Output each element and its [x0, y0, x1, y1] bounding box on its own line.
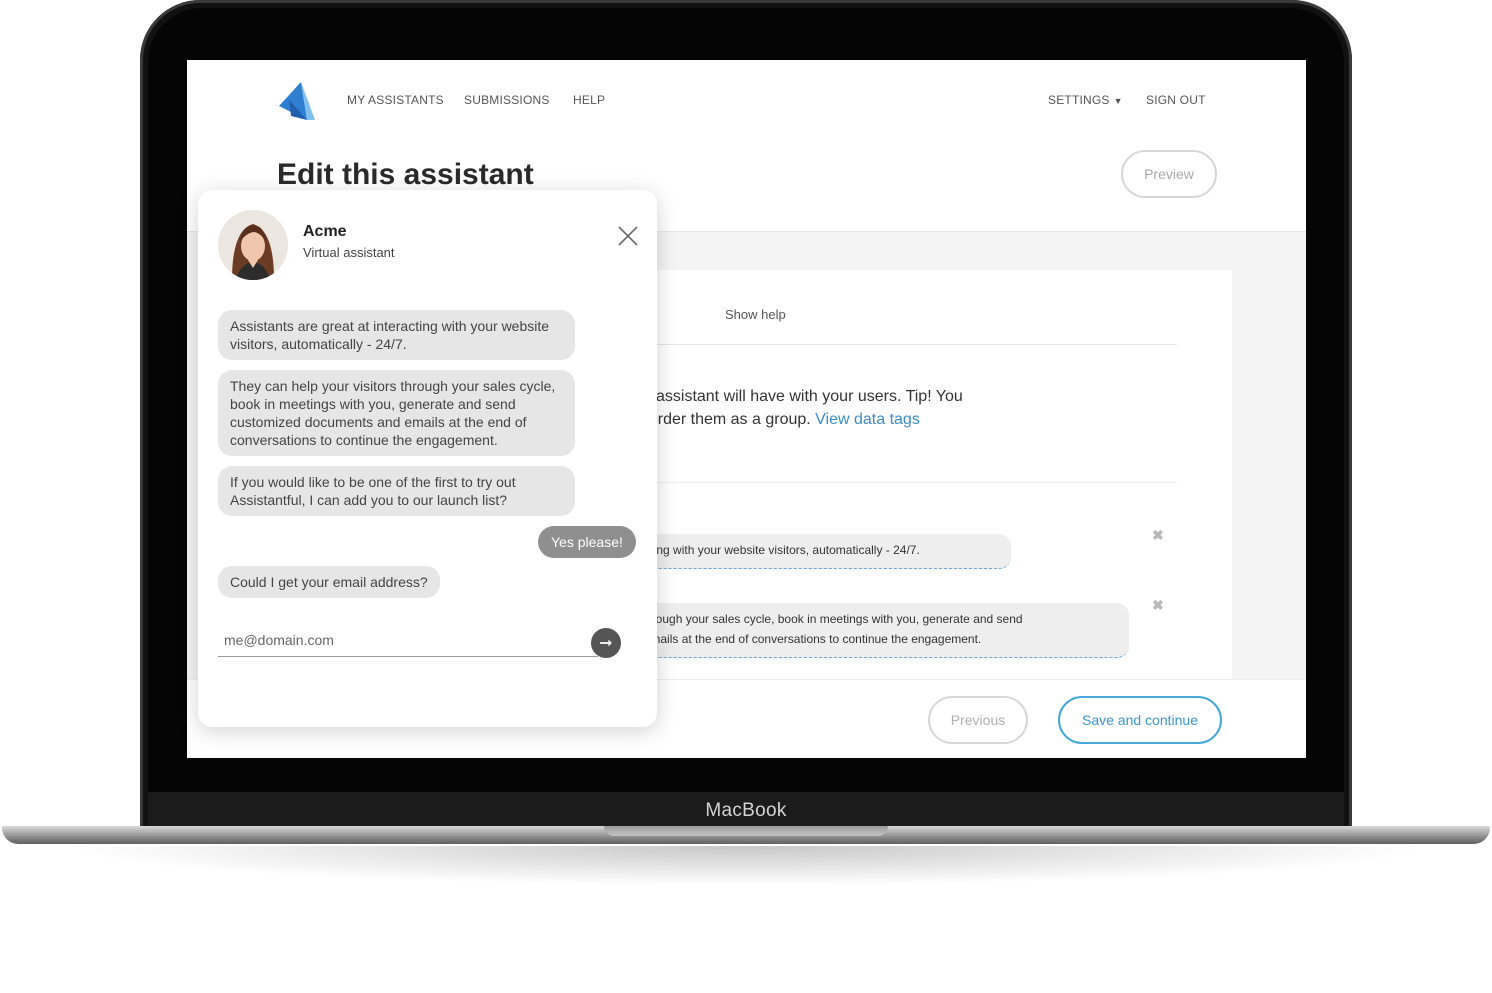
- show-help-link[interactable]: Show help: [725, 307, 786, 322]
- bot-avatar: [218, 210, 288, 280]
- laptop-notch: [604, 826, 888, 836]
- caret-down-icon: ▼: [1113, 96, 1123, 106]
- page-title: Edit this assistant: [277, 158, 534, 191]
- view-data-tags-link[interactable]: View data tags: [815, 411, 920, 428]
- nav-settings-dropdown[interactable]: SETTINGS ▼: [1048, 93, 1123, 107]
- nav-sign-out[interactable]: SIGN OUT: [1146, 93, 1206, 107]
- conversation-item[interactable]: visitors through your sales cycle, book …: [587, 603, 1129, 658]
- save-and-continue-button[interactable]: Save and continue: [1058, 696, 1222, 744]
- remove-item-icon[interactable]: ✖: [1152, 527, 1164, 544]
- conversation-item-text: visitors through your sales cycle, book …: [601, 612, 1023, 626]
- laptop-shadow: [60, 846, 1432, 886]
- conversation-item-text: nts and emails at the end of conversatio…: [601, 632, 982, 646]
- nav-submissions[interactable]: SUBMISSIONS: [464, 93, 550, 107]
- bot-message: Assistants are great at interacting with…: [218, 310, 575, 360]
- bot-message: Could I get your email address?: [218, 566, 440, 598]
- preview-button[interactable]: Preview: [1121, 150, 1217, 198]
- previous-button[interactable]: Previous: [928, 696, 1028, 744]
- nav-help[interactable]: HELP: [573, 93, 605, 107]
- remove-item-icon[interactable]: ✖: [1152, 597, 1164, 614]
- app-logo-icon[interactable]: [279, 80, 315, 122]
- arrow-right-icon: ➞: [599, 635, 613, 652]
- chat-widget: Acme Virtual assistant Assistants are gr…: [198, 190, 657, 727]
- bot-subtitle: Virtual assistant: [303, 245, 395, 260]
- bot-name: Acme: [303, 223, 347, 240]
- bot-message: They can help your visitors through your…: [218, 370, 575, 456]
- bot-message: If you would like to be one of the first…: [218, 466, 575, 516]
- nav-settings-label: SETTINGS: [1048, 93, 1110, 107]
- nav-my-assistants[interactable]: MY ASSISTANTS: [347, 93, 444, 107]
- user-reply-message: Yes please!: [538, 526, 636, 558]
- device-brand-label: MacBook: [705, 800, 787, 821]
- close-icon[interactable]: [616, 224, 640, 248]
- send-button[interactable]: ➞: [591, 628, 621, 658]
- top-navigation: MY ASSISTANTS SUBMISSIONS HELP SETTINGS ▼…: [187, 60, 1306, 140]
- email-input[interactable]: [218, 624, 598, 657]
- avatar-portrait-icon: [218, 210, 288, 280]
